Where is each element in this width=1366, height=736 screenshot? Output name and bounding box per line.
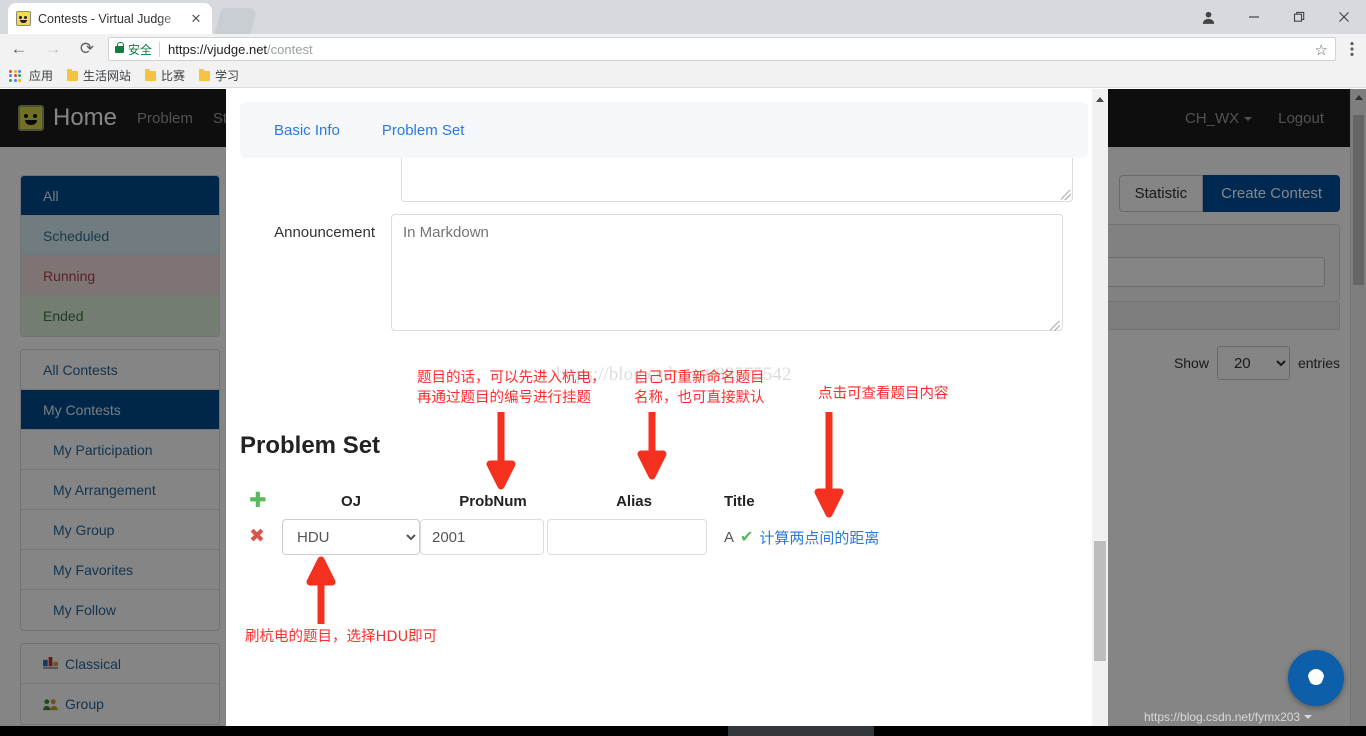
- check-icon: ✔: [740, 529, 754, 546]
- reload-button[interactable]: ⟳: [72, 34, 102, 64]
- address-bar[interactable]: 安全 https://vjudge.net/contest ☆: [108, 37, 1336, 61]
- browser-tab-title: Contests - Virtual Judge: [38, 11, 172, 26]
- os-taskbar: [0, 726, 1366, 736]
- tab-basic-info[interactable]: Basic Info: [274, 122, 340, 139]
- problem-index-letter: A: [724, 528, 735, 546]
- apps-grid-icon[interactable]: [9, 69, 21, 82]
- close-window-button[interactable]: [1321, 0, 1366, 34]
- announcement-label: Announcement: [274, 224, 375, 241]
- smiley-favicon-icon: [16, 11, 31, 26]
- annotation-alias-note: 自己可重新命名题目 名称，也可直接默认: [634, 370, 765, 406]
- bookmark-folder-3[interactable]: 学习: [199, 67, 239, 84]
- scroll-up-icon[interactable]: [1096, 97, 1104, 102]
- arrow-to-alias: [637, 412, 667, 480]
- bookmarks-bar: 应用 生活网站 比赛 学习: [0, 64, 1366, 88]
- table-row: ✖ HDU A ✔: [240, 517, 910, 557]
- bookmark-label: 应用: [29, 69, 54, 83]
- browser-toolbar: ← → ⟳ 安全 https://vjudge.net/contest ☆: [0, 34, 1366, 64]
- problem-set-table: ✚ OJ ProbNum Alias Title ✖ HDU 2001 A ✔ …: [240, 485, 910, 557]
- alias-input[interactable]: [547, 519, 707, 555]
- annotation-oj-note: 刷杭电的题目，选择HDU即可: [245, 629, 438, 645]
- bookmark-label: 比赛: [161, 69, 186, 83]
- remove-problem-icon[interactable]: ✖: [249, 526, 265, 547]
- column-header-title: Title: [724, 492, 755, 510]
- browser-tab[interactable]: Contests - Virtual Judge ✕: [8, 3, 212, 34]
- table-header-row: ✚ OJ ProbNum Alias Title: [240, 485, 910, 517]
- tab-problem-set[interactable]: Problem Set: [382, 122, 465, 139]
- browser-menu-icon[interactable]: [1338, 34, 1366, 64]
- folder-icon: [199, 68, 211, 81]
- modal-scrollbar-thumb[interactable]: [1094, 541, 1106, 661]
- annotation-title-note: 点击可查看题目内容: [818, 386, 949, 402]
- bookmark-apps[interactable]: 应用: [29, 67, 53, 84]
- problem-title-link[interactable]: 计算两点间的距离: [759, 527, 879, 548]
- forward-button[interactable]: →: [38, 34, 68, 64]
- url-text: https://vjudge.net/contest: [168, 42, 313, 57]
- support-bubble-button[interactable]: [1288, 650, 1344, 706]
- announcement-textarea[interactable]: [391, 214, 1063, 331]
- title-cell: A ✔ 计算两点间的距离: [710, 527, 910, 548]
- resize-grip[interactable]: [1050, 321, 1060, 331]
- oj-select[interactable]: HDU: [282, 519, 420, 555]
- arrow-to-oj-select: [306, 556, 336, 624]
- bookmark-label: 生活网站: [83, 69, 132, 83]
- minimize-button[interactable]: [1231, 0, 1276, 34]
- folder-icon: [145, 68, 157, 81]
- secure-label: 安全: [128, 42, 153, 57]
- back-button[interactable]: ←: [4, 34, 34, 64]
- modal-tabs: Basic Info Problem Set: [240, 102, 1088, 158]
- divider: [159, 41, 161, 57]
- folder-icon: [67, 68, 79, 81]
- status-bar-url-text: https://blog.csdn.net/fymx203: [1144, 710, 1301, 724]
- resize-grip[interactable]: [1061, 190, 1071, 200]
- bookmark-star-icon[interactable]: ☆: [1315, 41, 1328, 59]
- url-path: /contest: [267, 41, 313, 57]
- bookmark-folder-1[interactable]: 生活网站: [67, 67, 131, 84]
- status-bar-url: https://blog.csdn.net/fymx203: [1144, 708, 1313, 726]
- chevron-down-icon: [1304, 715, 1313, 719]
- taskbar-active-window[interactable]: [728, 726, 874, 736]
- column-header-probnum: ProbNum: [459, 492, 527, 510]
- headset-support-icon: [1303, 664, 1329, 695]
- window-controls: [1186, 0, 1366, 34]
- annotation-probnum-note: 题目的话，可以先进入杭电， 再通过题目的编号进行挂题: [417, 370, 606, 406]
- add-problem-icon[interactable]: ✚: [249, 489, 267, 512]
- column-header-oj: OJ: [340, 492, 361, 510]
- arrow-to-title: [814, 412, 844, 518]
- profile-icon[interactable]: [1186, 0, 1231, 34]
- probnum-input[interactable]: [420, 519, 544, 555]
- lock-icon: [115, 41, 124, 53]
- announcement-group: Announcement: [226, 214, 1092, 336]
- description-textarea[interactable]: [401, 158, 1073, 202]
- arrow-to-probnum: [486, 412, 516, 490]
- bookmark-label: 学习: [215, 69, 240, 83]
- column-header-alias: Alias: [616, 492, 652, 510]
- close-icon[interactable]: ✕: [188, 11, 204, 27]
- modal-scrollbar[interactable]: [1092, 89, 1108, 726]
- url-scheme-host: https://vjudge.net: [168, 41, 268, 57]
- new-tab-button[interactable]: [214, 8, 258, 34]
- maximize-button[interactable]: [1276, 0, 1321, 34]
- bookmark-folder-2[interactable]: 比赛: [145, 67, 185, 84]
- browser-tab-strip: Contests - Virtual Judge ✕: [0, 0, 1366, 34]
- problem-set-heading: Problem Set: [240, 432, 381, 459]
